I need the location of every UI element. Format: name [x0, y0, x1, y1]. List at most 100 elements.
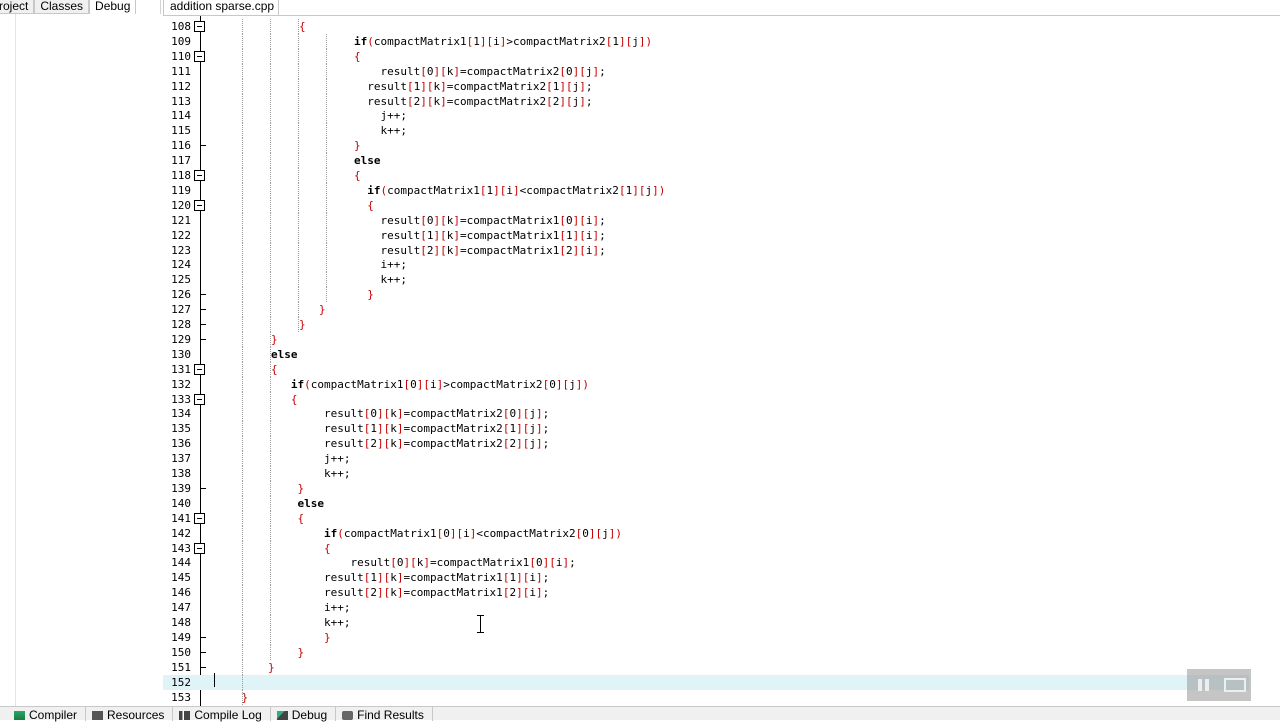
- tab-classes[interactable]: Classes: [34, 0, 90, 14]
- bottom-tab-bar: Compiler Resources Compile Log Debug Fin…: [0, 706, 1280, 722]
- file-tab-addition-sparse[interactable]: addition sparse.cpp: [163, 0, 279, 16]
- tab-debug[interactable]: Debug: [89, 0, 137, 14]
- code-line-108[interactable]: 108 {: [163, 19, 1263, 34]
- tab-compile-log[interactable]: Compile Log: [173, 707, 271, 722]
- code-line-147[interactable]: 147 i++;: [163, 600, 1263, 616]
- code-text: result[1][k]=compactMatrix1[1][i];: [271, 571, 550, 585]
- code-line-130[interactable]: 130 else: [163, 346, 1263, 362]
- fold-toggle-icon[interactable]: [194, 199, 205, 211]
- fold-toggle-icon[interactable]: [194, 512, 205, 524]
- code-line-111[interactable]: 111 result[0][k]=compactMatrix2[0][j];: [163, 63, 1263, 79]
- tab-debug-output[interactable]: Debug: [271, 707, 337, 721]
- indent-guide: [242, 257, 243, 273]
- fold-toggle-icon[interactable]: [194, 21, 205, 32]
- code-line-135[interactable]: 135 result[1][k]=compactMatrix2[1][j];: [163, 421, 1263, 437]
- code-line-127[interactable]: 127 }: [163, 302, 1263, 318]
- indent-guide: [242, 212, 243, 228]
- fold-toggle-icon[interactable]: [194, 170, 205, 181]
- code-line-125[interactable]: 125 k++;: [163, 272, 1263, 288]
- fold-end-marker: [200, 309, 206, 311]
- code-line-151[interactable]: 151 }: [163, 659, 1263, 675]
- code-line-110[interactable]: 110 {: [163, 48, 1263, 64]
- code-line-117[interactable]: 117 else: [163, 153, 1263, 169]
- code-line-113[interactable]: 113 result[2][k]=compactMatrix2[2][j];: [163, 93, 1263, 109]
- code-line-153[interactable]: 153 }: [163, 689, 1263, 705]
- code-line-141[interactable]: 141 {: [163, 510, 1263, 526]
- line-number: 112: [171, 79, 191, 93]
- indent-guide: [298, 242, 299, 258]
- code-line-132[interactable]: 132 if(compactMatrix1[0][i]>compactMatri…: [163, 376, 1263, 392]
- indent-guide: [270, 48, 271, 64]
- line-number: 133: [171, 392, 191, 406]
- indent-guide: [298, 33, 299, 49]
- tab-compile-log-label: Compile Log: [194, 708, 262, 722]
- code-text: result[1][k]=compactMatrix1[1][i];: [354, 228, 606, 242]
- code-line-121[interactable]: 121 result[0][k]=compactMatrix1[0][i];: [163, 212, 1263, 228]
- code-line-123[interactable]: 123 result[2][k]=compactMatrix1[2][i];: [163, 242, 1263, 258]
- fold-toggle-icon[interactable]: [194, 363, 205, 375]
- indent-guide: [326, 197, 327, 213]
- code-line-142[interactable]: 142 if(compactMatrix1[0][i]<compactMatri…: [163, 525, 1263, 541]
- code-line-109[interactable]: 109 if(compactMatrix1[1][i]>compactMatrix…: [163, 33, 1263, 49]
- indent-guide: [270, 168, 271, 183]
- code-line-114[interactable]: 114 j++;: [163, 108, 1263, 124]
- code-line-120[interactable]: 120 {: [163, 197, 1263, 213]
- code-line-150[interactable]: 150 }: [163, 644, 1263, 660]
- code-line-139[interactable]: 139 }: [163, 480, 1263, 496]
- fold-toggle-icon[interactable]: [194, 393, 205, 405]
- code-line-119[interactable]: 119 if(compactMatrix1[1][i]<compactMatri…: [163, 182, 1263, 198]
- resources-icon: [92, 711, 104, 720]
- code-line-112[interactable]: 112 result[1][k]=compactMatrix2[1][j];: [163, 78, 1263, 94]
- indent-guide: [242, 361, 243, 377]
- code-line-137[interactable]: 137 j++;: [163, 451, 1263, 467]
- code-text: {: [323, 541, 331, 555]
- code-line-148[interactable]: 148 k++;: [163, 615, 1263, 630]
- code-text: else: [297, 496, 325, 510]
- fold-end-marker: [200, 338, 206, 340]
- code-line-118[interactable]: 118 {: [163, 168, 1263, 183]
- code-text: result[2][k]=compactMatrix1[2][i];: [354, 243, 606, 257]
- code-line-131[interactable]: 131 {: [163, 361, 1263, 377]
- code-line-128[interactable]: 128}: [163, 317, 1263, 332]
- code-line-140[interactable]: 140 else: [163, 495, 1263, 511]
- code-line-145[interactable]: 145 result[1][k]=compactMatrix1[1][i];: [163, 570, 1263, 586]
- tab-project[interactable]: roject: [0, 0, 35, 14]
- code-line-122[interactable]: 122 result[1][k]=compactMatrix1[1][i];: [163, 227, 1263, 243]
- vertical-scrollbar[interactable]: [1249, 16, 1263, 706]
- code-line-146[interactable]: 146 result[2][k]=compactMatrix1[2][i];: [163, 585, 1263, 601]
- video-controls-overlay[interactable]: [1187, 669, 1251, 701]
- code-line-124[interactable]: 124 i++;: [163, 257, 1263, 273]
- tab-compiler[interactable]: Compiler: [0, 707, 87, 721]
- indent-guide: [298, 227, 299, 243]
- tab-resources[interactable]: Resources: [86, 707, 174, 721]
- code-text: {: [354, 49, 361, 63]
- code-line-144[interactable]: 144 result[0][k]=compactMatrix1[0][i];: [163, 555, 1263, 571]
- indent-guide: [298, 78, 299, 94]
- indent-guide: [298, 212, 299, 228]
- tab-find-results[interactable]: Find Results: [336, 707, 433, 721]
- code-text: {: [290, 392, 298, 406]
- line-number: 111: [171, 64, 191, 78]
- code-line-126[interactable]: 126 }: [163, 287, 1263, 303]
- fold-toggle-icon[interactable]: [194, 542, 205, 554]
- code-line-134[interactable]: 134 result[0][k]=compactMatrix2[0][j];: [163, 406, 1263, 422]
- code-line-143[interactable]: 143 {: [163, 540, 1263, 556]
- code-line-116[interactable]: 116}: [163, 138, 1263, 154]
- pause-icon[interactable]: [1192, 678, 1214, 692]
- indent-guide: [242, 78, 243, 94]
- code-line-115[interactable]: 115 k++;: [163, 123, 1263, 139]
- code-line-133[interactable]: 133 {: [163, 391, 1263, 407]
- debug-icon: [276, 711, 288, 720]
- code-line-129[interactable]: 129}: [163, 331, 1263, 347]
- indent-guide: [242, 197, 243, 213]
- picture-in-picture-icon[interactable]: [1224, 678, 1246, 692]
- indent-guide: [270, 242, 271, 258]
- code-line-138[interactable]: 138 k++;: [163, 466, 1263, 481]
- code-text: if(compactMatrix1[0][i]<compactMatrix2[0…: [323, 526, 623, 540]
- code-line-136[interactable]: 136 result[2][k]=compactMatrix2[2][j];: [163, 436, 1263, 452]
- code-editor[interactable]: 108 {109 if(compactMatrix1[1][i]>compactMa…: [163, 16, 1263, 706]
- indent-guide: [242, 644, 243, 660]
- code-line-149[interactable]: 149 }: [163, 629, 1263, 645]
- code-line-152[interactable]: 152: [163, 674, 1263, 690]
- fold-toggle-icon[interactable]: [194, 50, 205, 62]
